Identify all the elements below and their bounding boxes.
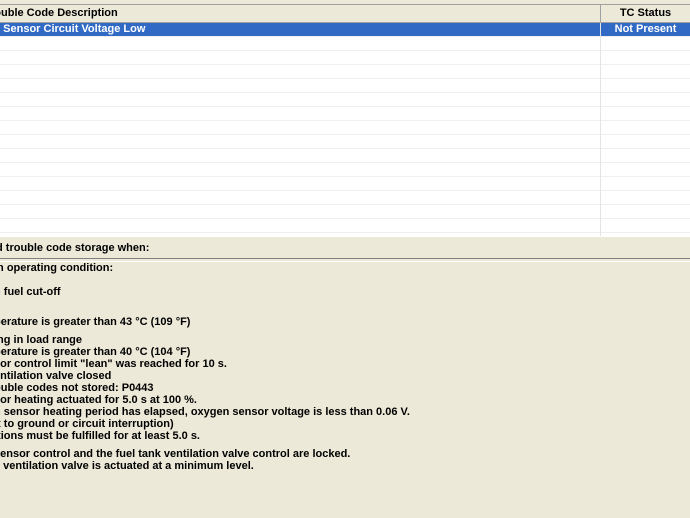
table-row-empty[interactable] — [0, 37, 690, 51]
table-row-empty[interactable] — [0, 121, 690, 135]
cell-description: 2 Sensor Circuit Voltage Low — [0, 23, 146, 35]
table-row-empty[interactable] — [0, 107, 690, 121]
table-row[interactable]: 2 Sensor Circuit Voltage Low Not Present — [0, 23, 690, 37]
condition-line: sensor control and the fuel tank ventila… — [0, 448, 351, 460]
cell-description — [0, 191, 600, 204]
cell-description — [0, 37, 600, 50]
cell-description — [0, 121, 600, 134]
condition-line: sor control limit "lean" was reached for… — [0, 358, 227, 370]
condition-line: n sensor heating period has elapsed, oxy… — [0, 406, 410, 418]
cell-description — [0, 79, 600, 92]
trouble-code-table: rouble Code Description TC Status 2 Sens… — [0, 4, 690, 237]
condition-line: n fuel cut-off — [0, 286, 61, 298]
conditions-text-panel: in operating condition:n fuel cut-offgpe… — [0, 262, 690, 518]
cell-tc-status — [601, 51, 690, 64]
table-row-empty[interactable] — [0, 65, 690, 79]
condition-line: in operating condition: — [0, 262, 114, 274]
condition-line: k ventilation valve is actuated at a min… — [0, 460, 254, 472]
cell-tc-status — [601, 107, 690, 120]
table-row-empty[interactable] — [0, 51, 690, 65]
cell-description — [0, 51, 600, 64]
cell-tc-status: Not Present — [614, 23, 677, 35]
cell-description — [0, 219, 600, 232]
cell-tc-status — [601, 163, 690, 176]
table-row-empty[interactable] — [0, 135, 690, 149]
condition-line: ouble codes not stored: P0443 — [0, 382, 154, 394]
cell-tc-status — [601, 135, 690, 148]
cell-description — [0, 65, 600, 78]
cell-description — [0, 177, 600, 190]
table-row-empty[interactable] — [0, 205, 690, 219]
cell-description — [0, 205, 600, 218]
table-row-empty[interactable] — [0, 149, 690, 163]
table-body: 2 Sensor Circuit Voltage Low Not Present — [0, 23, 690, 233]
cell-tc-status — [601, 65, 690, 78]
condition-line: it to ground or circuit interruption) — [0, 418, 174, 430]
condition-line: g — [0, 304, 690, 316]
table-row-empty[interactable] — [0, 177, 690, 191]
storage-condition-caption: d trouble code storage when: — [0, 236, 690, 259]
table-row-empty[interactable] — [0, 93, 690, 107]
table-row-empty[interactable] — [0, 79, 690, 93]
table-row-empty[interactable] — [0, 163, 690, 177]
cell-tc-status — [601, 37, 690, 50]
cell-tc-status — [601, 191, 690, 204]
column-separator — [600, 23, 601, 237]
column-header-description[interactable]: rouble Code Description — [0, 5, 601, 22]
table-row-empty[interactable] — [0, 191, 690, 205]
condition-line: ing in load range — [0, 334, 83, 346]
condition-line: perature is greater than 43 °C (109 °F) — [0, 316, 191, 328]
cell-tc-status — [601, 79, 690, 92]
cell-tc-status — [601, 149, 690, 162]
condition-line: entilation valve closed — [0, 370, 112, 382]
cell-tc-status — [601, 121, 690, 134]
condition-line: perature is greater than 40 °C (104 °F) — [0, 346, 191, 358]
cell-tc-status — [601, 93, 690, 106]
condition-line: sor heating actuated for 5.0 s at 100 %. — [0, 394, 197, 406]
table-row-empty[interactable] — [0, 219, 690, 233]
cell-description — [0, 163, 600, 176]
column-header-tc-status[interactable]: TC Status — [601, 5, 690, 22]
cell-description — [0, 149, 600, 162]
cell-description — [0, 107, 600, 120]
condition-line: itions must be fulfilled for at least 5.… — [0, 430, 200, 442]
table-header: rouble Code Description TC Status — [0, 5, 690, 23]
cell-tc-status — [601, 219, 690, 232]
cell-description — [0, 93, 600, 106]
cell-tc-status — [601, 177, 690, 190]
cell-description — [0, 135, 600, 148]
cell-tc-status — [601, 205, 690, 218]
